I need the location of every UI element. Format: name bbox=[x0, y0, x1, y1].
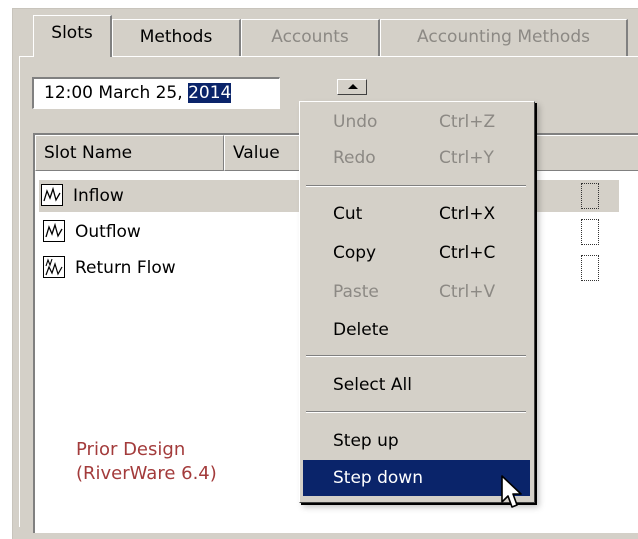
menu-item-shortcut: Ctrl+Y bbox=[439, 148, 494, 168]
menu-item-step-down[interactable]: Step down bbox=[303, 460, 530, 496]
date-selected-text: 2014 bbox=[188, 83, 232, 103]
menu-item-label: Cut bbox=[333, 204, 363, 224]
menu-item-shortcut: Ctrl+V bbox=[439, 282, 496, 302]
menu-item-step-up[interactable]: Step up bbox=[303, 423, 530, 459]
tab-methods[interactable]: Methods bbox=[112, 19, 241, 56]
menu-item-label: Step up bbox=[333, 431, 399, 451]
date-value-text: 12:00 March 25, bbox=[44, 83, 189, 103]
menu-item-redo[interactable]: Redo Ctrl+Y bbox=[303, 140, 530, 176]
column-header-slot-name[interactable]: Slot Name bbox=[35, 135, 224, 171]
tab-accounts[interactable]: Accounts bbox=[241, 19, 380, 56]
slot-row-return-flow[interactable]: Return Flow bbox=[41, 252, 176, 284]
series-slot-icon bbox=[41, 184, 63, 206]
menu-item-shortcut: Ctrl+C bbox=[439, 243, 496, 263]
caption-line-1: Prior Design bbox=[76, 439, 186, 460]
menu-item-shortcut: Ctrl+X bbox=[439, 204, 496, 224]
value-cell-marker bbox=[581, 183, 599, 209]
menu-item-label: Step down bbox=[333, 468, 423, 488]
slot-name-label: Inflow bbox=[73, 186, 124, 206]
menu-item-copy[interactable]: Copy Ctrl+C bbox=[303, 235, 530, 271]
value-cell-marker bbox=[581, 219, 599, 245]
tab-accounting-methods[interactable]: Accounting Methods bbox=[380, 19, 628, 56]
value-cell-marker bbox=[581, 255, 599, 281]
menu-separator bbox=[306, 355, 526, 357]
context-menu: Undo Ctrl+Z Redo Ctrl+Y Cut Ctrl+X Copy … bbox=[299, 101, 535, 503]
caption-line-2: (RiverWare 6.4) bbox=[76, 463, 217, 484]
slot-name-label: Outflow bbox=[75, 222, 141, 242]
menu-item-delete[interactable]: Delete bbox=[303, 312, 530, 348]
mouse-pointer-icon bbox=[501, 475, 522, 508]
menu-item-paste[interactable]: Paste Ctrl+V bbox=[303, 274, 530, 310]
tab-slots[interactable]: Slots bbox=[33, 15, 112, 57]
slot-name-label: Return Flow bbox=[75, 258, 176, 278]
menu-item-label: Copy bbox=[333, 243, 377, 263]
menu-separator bbox=[306, 411, 526, 413]
menu-item-label: Select All bbox=[333, 375, 412, 395]
menu-separator bbox=[306, 185, 526, 187]
series-slot-icon bbox=[43, 220, 65, 242]
menu-item-label: Paste bbox=[333, 282, 379, 302]
menu-item-undo[interactable]: Undo Ctrl+Z bbox=[303, 104, 530, 140]
date-time-field[interactable]: 12:00 March 25, 2014 bbox=[32, 77, 280, 109]
menu-item-label: Undo bbox=[333, 112, 378, 132]
menu-item-cut[interactable]: Cut Ctrl+X bbox=[303, 196, 530, 232]
slot-row-outflow[interactable]: Outflow bbox=[41, 216, 141, 248]
menu-item-shortcut: Ctrl+Z bbox=[439, 112, 496, 132]
date-spin-up-button[interactable] bbox=[337, 79, 367, 95]
menu-item-label: Delete bbox=[333, 320, 389, 340]
menu-item-select-all[interactable]: Select All bbox=[303, 367, 530, 403]
menu-item-label: Redo bbox=[333, 148, 376, 168]
multi-series-slot-icon bbox=[43, 256, 65, 278]
